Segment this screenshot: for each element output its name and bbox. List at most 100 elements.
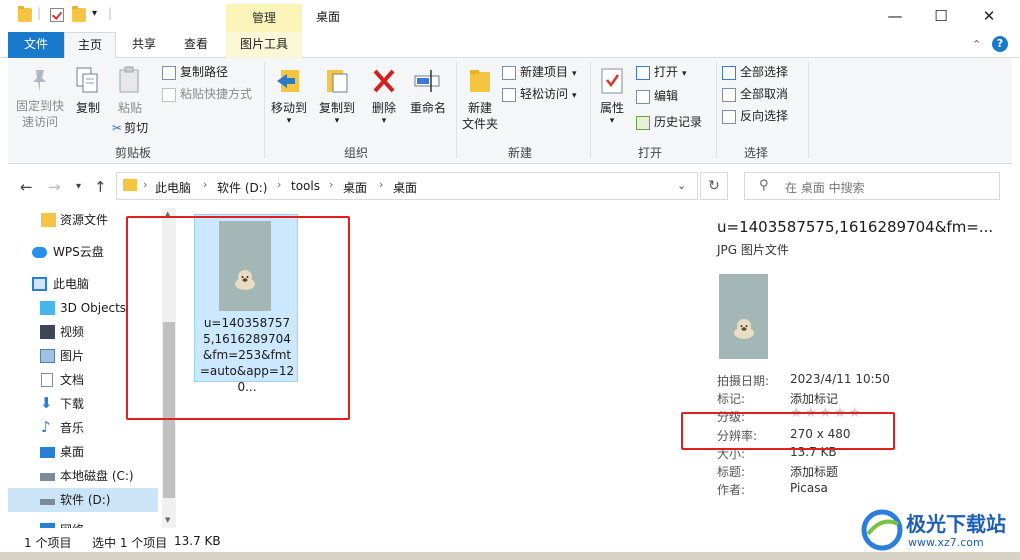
delete-dropdown-icon: ▾ [381, 116, 387, 126]
rename-button[interactable]: 重命名 [404, 66, 452, 116]
breadcrumb-drive-d[interactable]: 软件 (D:) [217, 179, 267, 196]
new-folder-quick-icon[interactable] [72, 6, 86, 22]
copy-icon [76, 67, 98, 93]
group-label-select: 选择 [743, 146, 768, 160]
watermark-logo: 极光下载站 www.xz7.com [860, 506, 1016, 556]
breadcrumb-desktop-1[interactable]: 桌面 [343, 179, 367, 196]
computer-icon [32, 277, 47, 291]
copy-path-button[interactable]: 复制路径 [162, 64, 228, 80]
pin-icon [33, 70, 46, 92]
tab-home[interactable]: 主页 [64, 32, 116, 59]
folder-icon [41, 213, 56, 227]
chevron-right-icon[interactable]: › [277, 178, 281, 191]
chevron-right-icon[interactable]: › [329, 178, 333, 191]
group-label-open: 打开 [637, 146, 662, 160]
collapse-ribbon-icon[interactable]: ⌃ [972, 38, 981, 51]
tab-file[interactable]: 文件 [8, 32, 64, 58]
move-to-button[interactable]: 移动到 ▾ [268, 66, 310, 126]
scroll-down-icon[interactable]: ▼ [165, 516, 170, 524]
history-button[interactable]: 历史记录 [636, 114, 702, 130]
context-tab-manage[interactable]: 管理 [226, 4, 302, 32]
copy-to-icon [327, 70, 348, 93]
refresh-button[interactable]: ↻ [700, 172, 728, 200]
edit-button[interactable]: 编辑 [636, 88, 678, 104]
drive-icon [40, 473, 55, 481]
forward-arrow-icon[interactable]: → [48, 178, 61, 196]
nav-label: 本地磁盘 (C:) [60, 469, 134, 483]
easy-access-icon [502, 87, 516, 102]
properties-quick-icon[interactable] [50, 8, 64, 22]
nav-item-drive-c[interactable]: 本地磁盘 (C:) [8, 464, 158, 488]
rename-label: 重命名 [409, 101, 446, 115]
nav-label: 网络 [60, 518, 84, 528]
chevron-right-icon[interactable]: › [203, 178, 207, 191]
window-title: 桌面 [316, 10, 341, 24]
tab-picture-tools[interactable]: 图片工具 [226, 32, 302, 58]
pin-quick-access-button[interactable]: 固定到快 速访问 [12, 66, 68, 130]
delete-icon [373, 69, 395, 93]
open-button[interactable]: 打开 ▾ [636, 64, 687, 82]
recent-locations-icon[interactable]: ▾ [76, 181, 81, 192]
properties-button[interactable]: 属性 ▾ [592, 66, 632, 126]
chevron-right-icon[interactable]: › [143, 178, 147, 191]
select-all-button[interactable]: 全部选择 [722, 64, 788, 80]
maximize-button[interactable]: ☐ [918, 0, 964, 32]
breadcrumb-tools[interactable]: tools [291, 179, 320, 193]
folder-icon [18, 6, 32, 22]
search-placeholder: 在 桌面 中搜索 [785, 181, 865, 195]
prop-value-author[interactable]: Picasa [790, 481, 828, 495]
download-icon: ⬇ [40, 394, 53, 412]
cloud-icon [32, 247, 47, 258]
paste-button[interactable]: 粘贴 [110, 66, 150, 116]
prop-label-author: 作者: [717, 483, 746, 497]
aurora-logo-icon [861, 509, 903, 551]
new-item-button[interactable]: 新建项目 ▾ [502, 64, 577, 82]
breadcrumb-this-pc[interactable]: 此电脑 [155, 179, 191, 196]
move-to-dropdown-icon: ▾ [286, 116, 292, 126]
address-history-dropdown-icon[interactable]: ⌄ [677, 179, 686, 192]
nav-label: 此电脑 [53, 277, 90, 291]
new-item-icon [502, 65, 516, 80]
select-none-button[interactable]: 全部取消 [722, 86, 788, 102]
open-dropdown-icon: ▾ [682, 69, 687, 79]
breadcrumb-desktop-2[interactable]: 桌面 [393, 179, 417, 196]
network-icon [40, 523, 55, 528]
prop-value-title[interactable]: 添加标题 [790, 463, 838, 480]
open-label: 打开 [654, 65, 679, 79]
copy-button[interactable]: 复制 [68, 66, 108, 116]
minimize-button[interactable]: — [872, 0, 918, 32]
easy-access-button[interactable]: 轻松访问 ▾ [502, 86, 577, 104]
paste-icon [119, 66, 139, 93]
customize-quick-access-icon[interactable]: ▾ [92, 8, 97, 19]
refresh-icon: ↻ [708, 178, 720, 194]
help-icon[interactable]: ? [992, 36, 1008, 52]
pin-label-1: 固定到快 [15, 99, 64, 113]
nav-item-network[interactable]: 网络 [8, 518, 158, 528]
cut-button[interactable]: ✂ 剪切 [112, 120, 148, 136]
nav-item-drive-d[interactable]: 软件 (D:) [8, 488, 158, 512]
search-icon: ⚲ [759, 178, 769, 193]
pug-icon [734, 319, 754, 339]
back-arrow-icon[interactable]: ← [20, 178, 33, 196]
paste-shortcut-button[interactable]: 粘贴快捷方式 [162, 86, 252, 102]
address-bar[interactable]: › 此电脑 › 软件 (D:) › tools › 桌面 › 桌面 ⌄ [116, 172, 698, 200]
invert-selection-label: 反向选择 [740, 109, 789, 123]
chevron-right-icon[interactable]: › [379, 178, 383, 191]
easy-access-dropdown-icon: ▾ [572, 91, 577, 101]
group-separator [716, 62, 717, 158]
copy-to-button[interactable]: 复制到 ▾ [314, 66, 360, 126]
nav-label: 下载 [60, 397, 85, 411]
tab-share[interactable]: 共享 [118, 32, 170, 58]
properties-label: 属性 [599, 101, 624, 115]
close-button[interactable]: ✕ [966, 0, 1012, 32]
details-file-type: JPG 图片文件 [717, 243, 789, 257]
up-arrow-icon[interactable]: ↑ [94, 178, 107, 196]
nav-item-desktop[interactable]: 桌面 [8, 440, 158, 464]
nav-label: 文档 [60, 373, 85, 387]
tab-view[interactable]: 查看 [170, 32, 222, 58]
highlight-box-resolution [681, 412, 895, 450]
invert-selection-button[interactable]: 反向选择 [722, 108, 788, 124]
new-folder-button[interactable]: 新建 文件夹 [456, 66, 504, 132]
delete-button[interactable]: 删除 ▾ [364, 66, 404, 126]
search-box[interactable]: ⚲ 在 桌面 中搜索 [744, 172, 1000, 200]
